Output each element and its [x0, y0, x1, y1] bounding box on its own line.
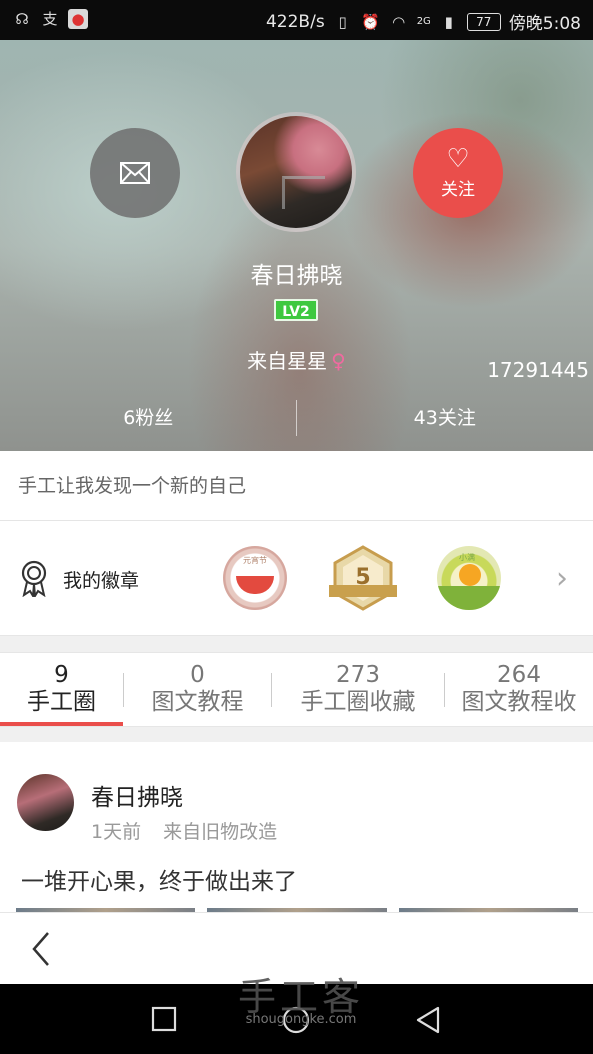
bottom-toolbar — [0, 912, 593, 984]
badges-row[interactable]: 我的徽章 元宵节 5 小满 › — [0, 521, 593, 635]
badge-lantern-festival[interactable]: 元宵节 — [223, 546, 287, 610]
back-triangle-icon[interactable] — [414, 1006, 442, 1034]
network-badge: 2G — [416, 16, 431, 27]
field-icon — [437, 586, 501, 610]
badges-label: 我的徽章 — [63, 570, 140, 592]
badge-lantern-festival-text: 元宵节 — [243, 556, 267, 565]
watermark: 手工客 shougongke.com — [226, 976, 376, 1027]
tab-count: 273 — [336, 662, 380, 688]
battery-icon: 77 — [466, 12, 501, 31]
tab-count: 264 — [497, 662, 541, 688]
bio: 手工让我发现一个新的自己 — [0, 451, 593, 521]
tab-count: 9 — [54, 662, 69, 688]
tab-label: 手工圈 — [27, 689, 96, 715]
following-count[interactable]: 43关注 — [297, 398, 593, 438]
chevron-right-icon[interactable]: › — [556, 561, 568, 596]
tab-handcraft-circle[interactable]: 9 手工圈 — [0, 653, 123, 726]
level-badge: LV2 — [274, 299, 318, 321]
sun-icon — [459, 564, 481, 586]
message-button[interactable] — [90, 128, 180, 218]
clock: 傍晚5:08 — [508, 14, 581, 34]
signal-icon: ▮ — [444, 12, 453, 31]
section-divider — [0, 635, 593, 653]
post-card[interactable]: 春日拂晓 1天前 来自旧物改造 一堆开心果，终于做出来了 — [0, 742, 593, 912]
tab-label: 图文教程收 — [461, 689, 577, 715]
follow-label: 关注 — [441, 180, 475, 200]
medal-icon — [21, 560, 47, 597]
stats-row: 6粉丝 43关注 — [0, 398, 593, 438]
status-right: 422B/s ▯ ⏰ ◠ 2G ▮ 77 傍晚5:08 — [265, 9, 581, 35]
map-icon: ● — [68, 9, 88, 29]
tab-tutorials[interactable]: 0 图文教程 — [124, 653, 271, 726]
status-left-icons: ☊ 支 ● — [12, 9, 88, 29]
tab-label: 手工圈收藏 — [300, 689, 416, 715]
post-time: 1天前 — [91, 821, 142, 843]
stats-divider — [296, 400, 297, 436]
avatar[interactable] — [236, 112, 356, 232]
net-speed: 422B/s — [265, 11, 325, 32]
profile-tabs: 9 手工圈 0 图文教程 273 手工圈收藏 264 图文教程收 — [0, 653, 593, 726]
badge-level-5-text: 5 — [355, 565, 370, 590]
user-id: 17291445 — [487, 358, 589, 382]
envelope-icon — [120, 162, 150, 184]
status-bar: ☊ 支 ● 422B/s ▯ ⏰ ◠ 2G ▮ 77 傍晚5:08 — [0, 0, 593, 40]
username: 春日拂晓 — [250, 263, 343, 289]
profile-header: ♡ 关注 春日拂晓 LV2 来自星星 ♀ 17291445 6粉丝 43关注 — [0, 40, 593, 451]
heart-plus-icon: ♡ — [446, 144, 470, 174]
recent-apps-icon[interactable] — [151, 1006, 177, 1032]
tab-count: 0 — [190, 662, 205, 688]
follow-button[interactable]: ♡ 关注 — [413, 128, 503, 218]
back-arrow-icon[interactable] — [28, 929, 58, 969]
alarm-icon: ⏰ — [361, 12, 381, 31]
badge-xiaoman[interactable]: 小满 — [437, 546, 501, 610]
tab-label: 图文教程 — [151, 689, 244, 715]
badge-xiaoman-text: 小满 — [459, 553, 475, 562]
followers-count[interactable]: 6粉丝 — [0, 398, 297, 438]
post-avatar[interactable] — [17, 774, 74, 831]
alipay-icon: 支 — [42, 10, 58, 28]
watermark-url: shougongke.com — [245, 1012, 357, 1027]
post-meta: 1天前 来自旧物改造 — [91, 817, 277, 844]
vibrate-icon: ▯ — [338, 12, 347, 31]
bowl-icon — [236, 576, 274, 594]
post-source[interactable]: 来自旧物改造 — [163, 821, 277, 843]
tab-circle-favorites[interactable]: 273 手工圈收藏 — [272, 653, 444, 726]
wifi-icon: ◠ — [392, 12, 406, 31]
headset-icon: ☊ — [15, 10, 29, 28]
tab-tutorial-favorites[interactable]: 264 图文教程收 — [445, 653, 593, 726]
section-divider — [0, 726, 593, 742]
post-text: 一堆开心果，终于做出来了 — [21, 869, 297, 895]
badge-level-5[interactable]: 5 — [327, 545, 399, 611]
post-author[interactable]: 春日拂晓 — [91, 778, 183, 812]
origin-text: 来自星星 — [247, 349, 328, 373]
female-icon: ♀ — [331, 349, 346, 373]
